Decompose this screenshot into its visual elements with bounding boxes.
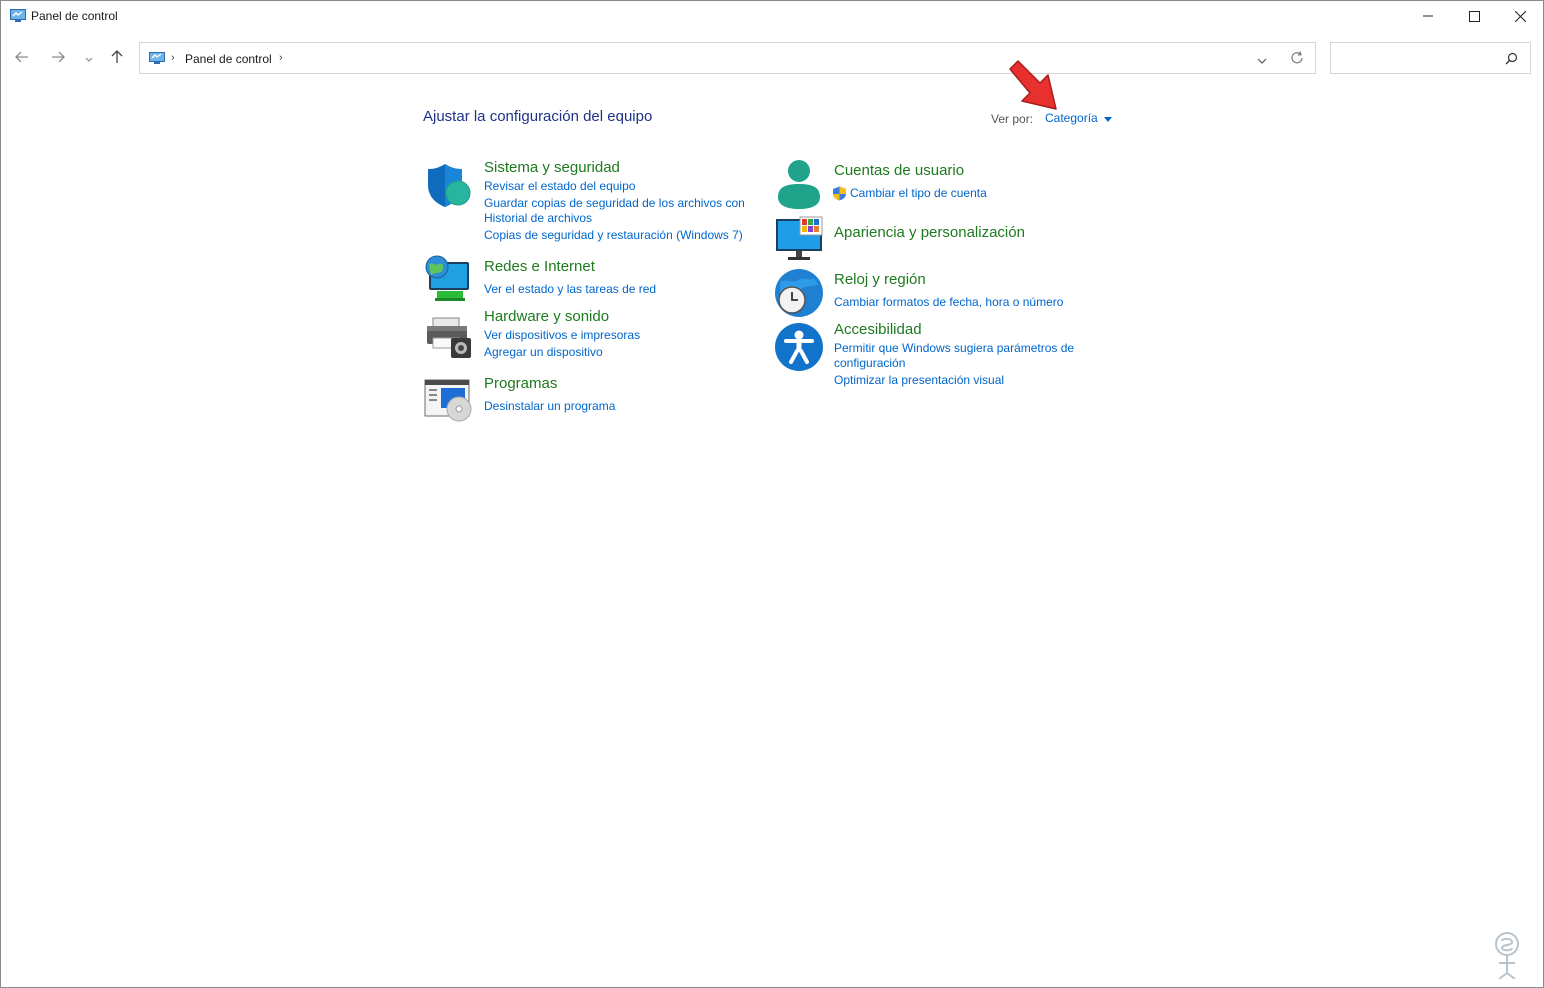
link-optimizar-presentacion[interactable]: Optimizar la presentación visual <box>834 373 1004 388</box>
refresh-icon <box>1290 51 1304 69</box>
close-icon <box>1514 10 1526 22</box>
link-estado-red[interactable]: Ver el estado y las tareas de red <box>484 282 656 297</box>
back-button[interactable] <box>12 49 32 69</box>
maximize-icon <box>1468 10 1480 22</box>
chevron-down-icon <box>85 50 93 68</box>
link-copias-restauracion[interactable]: Copias de seguridad y restauración (Wind… <box>484 228 743 243</box>
maximize-button[interactable] <box>1451 1 1497 31</box>
category-sistema-seguridad[interactable]: Sistema y seguridad <box>484 159 620 176</box>
refresh-button[interactable] <box>1290 51 1304 70</box>
address-bar[interactable]: › Panel de control › <box>139 42 1316 74</box>
recent-locations-button[interactable] <box>79 49 99 69</box>
minimize-icon <box>1423 11 1433 21</box>
breadcrumb-control-panel[interactable]: Panel de control <box>185 52 272 66</box>
control-panel-window: Panel de control › Panel de control › Aj… <box>0 0 1544 988</box>
link-formatos-fecha[interactable]: Cambiar formatos de fecha, hora o número <box>834 295 1063 310</box>
breadcrumb-separator[interactable]: › <box>171 52 175 64</box>
programs-icon[interactable] <box>423 376 473 426</box>
user-icon[interactable] <box>774 159 824 209</box>
search-input[interactable] <box>1330 42 1531 74</box>
category-programas[interactable]: Programas <box>484 375 557 392</box>
monitor-icon[interactable] <box>774 215 824 265</box>
link-cambiar-tipo-cuenta[interactable]: Cambiar el tipo de cuenta <box>850 186 987 201</box>
watermark-logo <box>1483 929 1531 984</box>
category-reloj-region[interactable]: Reloj y región <box>834 271 926 288</box>
control-panel-icon <box>149 52 165 65</box>
accessibility-icon[interactable] <box>774 322 824 372</box>
uac-shield-icon <box>832 186 847 206</box>
control-panel-icon <box>10 9 26 23</box>
link-sugerir-parametros[interactable]: Permitir que Windows sugiera parámetros … <box>834 341 1074 356</box>
up-arrow-icon <box>111 49 123 69</box>
network-globe-icon[interactable] <box>423 254 473 304</box>
breadcrumb-separator[interactable]: › <box>279 52 283 64</box>
link-ver-dispositivos[interactable]: Ver dispositivos e impresoras <box>484 328 640 343</box>
shield-icon[interactable] <box>423 161 473 211</box>
back-arrow-icon <box>15 50 29 68</box>
window-title: Panel de control <box>31 9 118 23</box>
annotation-arrow-icon <box>1006 59 1062 118</box>
address-dropdown-button[interactable] <box>1257 52 1267 70</box>
link-historial-archivos[interactable]: Historial de archivos <box>484 211 592 226</box>
category-redes-internet[interactable]: Redes e Internet <box>484 258 595 275</box>
dropdown-triangle-icon <box>1103 111 1112 125</box>
up-button[interactable] <box>107 49 127 69</box>
forward-arrow-icon <box>51 50 65 68</box>
link-desinstalar-programa[interactable]: Desinstalar un programa <box>484 399 615 414</box>
forward-button[interactable] <box>48 49 68 69</box>
close-button[interactable] <box>1497 1 1543 31</box>
search-icon[interactable] <box>1505 52 1518 70</box>
page-title: Ajustar la configuración del equipo <box>423 108 653 125</box>
link-guardar-copias[interactable]: Guardar copias de seguridad de los archi… <box>484 196 745 211</box>
chevron-down-icon <box>1257 52 1267 69</box>
title-bar: Panel de control <box>1 1 1543 33</box>
link-revisar-estado[interactable]: Revisar el estado del equipo <box>484 179 635 194</box>
category-apariencia-personalizacion[interactable]: Apariencia y personalización <box>834 224 1025 241</box>
category-cuentas-usuario[interactable]: Cuentas de usuario <box>834 162 964 179</box>
clock-globe-icon[interactable] <box>774 268 824 318</box>
category-hardware-sonido[interactable]: Hardware y sonido <box>484 308 609 325</box>
link-agregar-dispositivo[interactable]: Agregar un dispositivo <box>484 345 603 360</box>
link-configuracion[interactable]: configuración <box>834 356 905 371</box>
category-accesibilidad[interactable]: Accesibilidad <box>834 321 922 338</box>
minimize-button[interactable] <box>1405 1 1451 31</box>
printer-icon[interactable] <box>423 312 473 362</box>
